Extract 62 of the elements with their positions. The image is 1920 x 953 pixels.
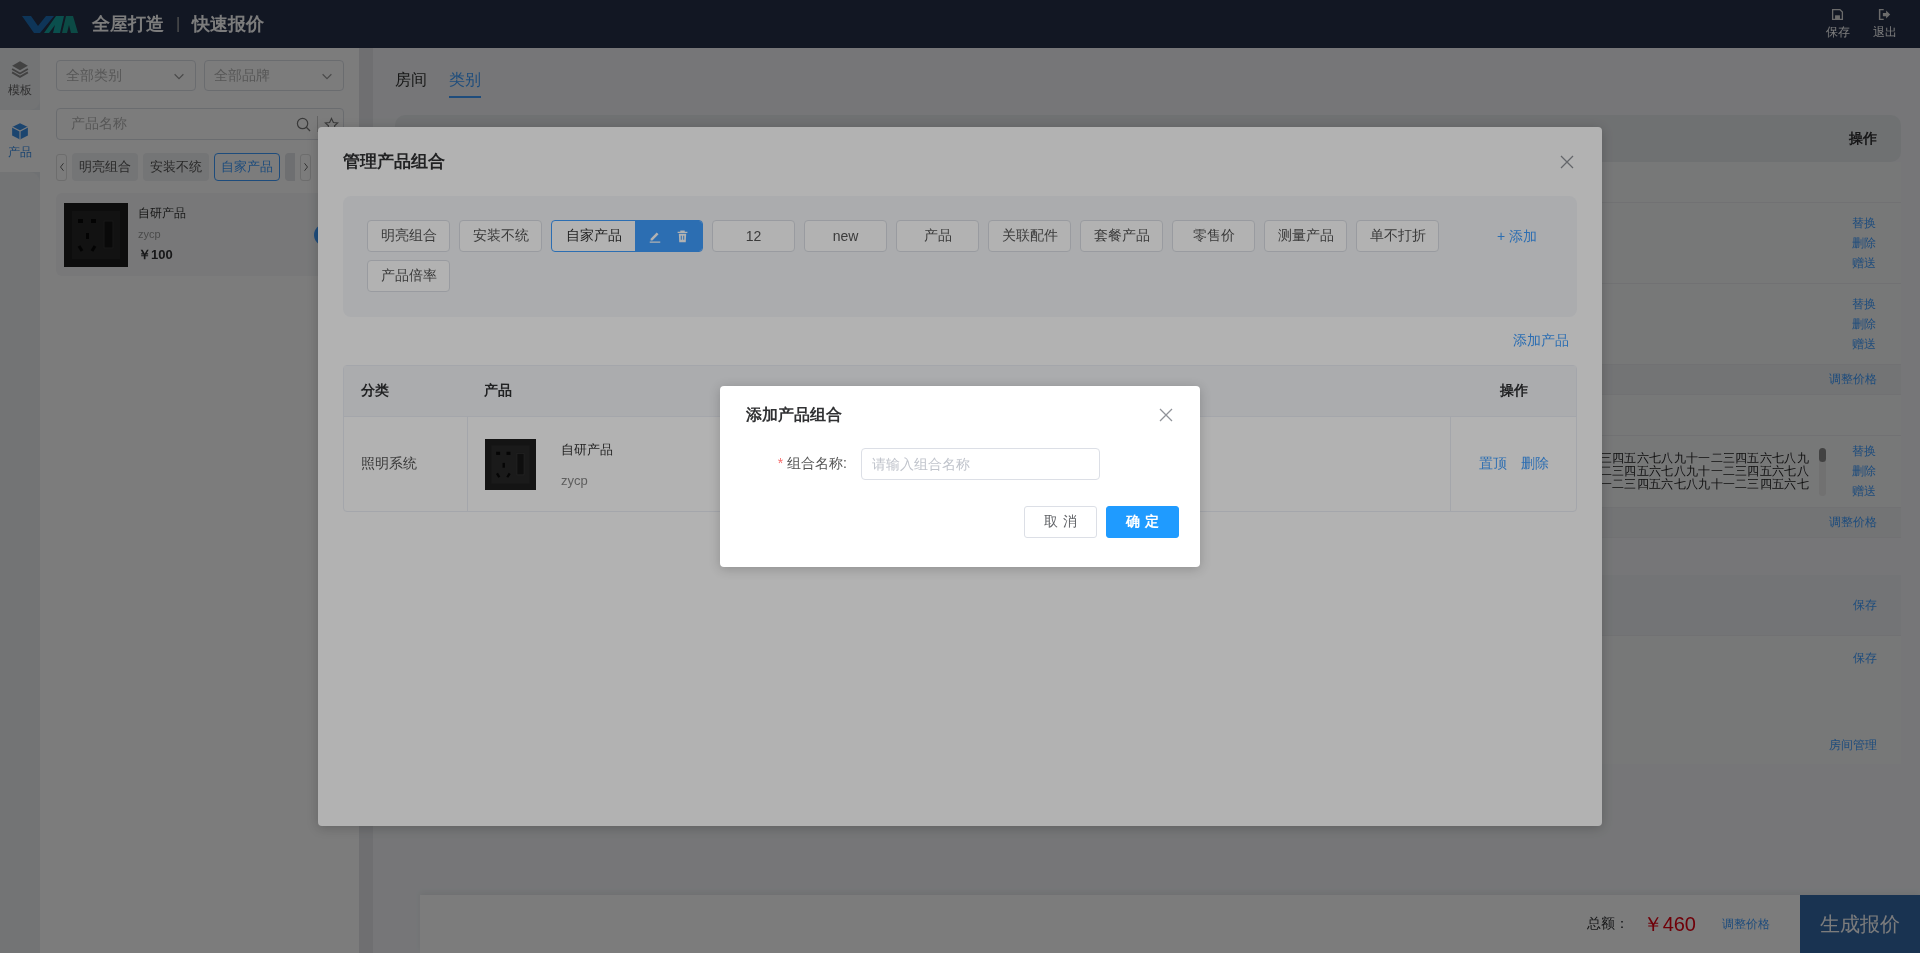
action-link[interactable]: 删除 <box>1851 463 1876 480</box>
tab[interactable]: 类别 <box>449 65 481 98</box>
action-link[interactable]: 删除 <box>1851 315 1876 333</box>
group-tag[interactable]: 套餐产品 <box>1080 220 1163 252</box>
product-code: zycp <box>561 472 589 488</box>
action-link[interactable]: 赠送 <box>1851 335 1876 353</box>
group-tag[interactable]: 产品倍率 <box>367 260 450 292</box>
title-separator: | <box>176 15 181 33</box>
action-link[interactable]: 删除 <box>1520 455 1549 473</box>
group-tag[interactable]: 关联配件 <box>988 220 1071 252</box>
group-tag[interactable]: 安装不统 <box>459 220 542 252</box>
dialog-title: 添加产品组合 <box>746 404 842 425</box>
group-tag[interactable]: new <box>804 220 887 252</box>
header-button[interactable]: 保存 <box>1814 7 1861 41</box>
generate-quote-button[interactable]: 生成报价 <box>1800 895 1920 953</box>
header-button[interactable]: 退出 <box>1861 7 1908 41</box>
nav-item[interactable]: 模板 <box>0 48 40 110</box>
total-label: 总额： <box>1586 915 1629 933</box>
input-field[interactable]: 请输入组合名称 <box>861 448 1100 480</box>
action-link[interactable]: 置顶 <box>1478 455 1507 473</box>
action-link[interactable]: 替换 <box>1851 214 1876 232</box>
page-title: 快速报价 <box>192 13 265 36</box>
cancel-button[interactable]: 取消 <box>1024 506 1097 538</box>
column-header: 分类 <box>360 382 390 400</box>
action-link[interactable]: 调整价格 <box>1829 371 1877 388</box>
group-tag[interactable]: 单不打折 <box>1356 220 1439 252</box>
group-tag[interactable]: 测量产品 <box>1264 220 1347 252</box>
app-title: 全屋打造 <box>92 13 164 36</box>
product-price: ￥100 <box>138 246 174 264</box>
action-link[interactable]: 赠送 <box>1851 254 1876 272</box>
action-link[interactable]: 保存 <box>1853 650 1877 667</box>
action-link[interactable]: 替换 <box>1851 443 1876 460</box>
group-tag[interactable]: 安装不统 <box>143 153 209 181</box>
add-group-link[interactable]: + 添加 <box>1497 228 1538 246</box>
action-link[interactable]: 替换 <box>1851 295 1876 313</box>
group-tag[interactable]: 自家产品 <box>551 220 703 252</box>
add-product-link[interactable]: 添加产品 <box>1513 332 1569 350</box>
modal-title: 管理产品组合 <box>343 151 445 173</box>
table-cell-text: 照明系统 <box>360 454 418 473</box>
field-label: 组合名称: <box>787 455 847 473</box>
column-header: 产品 <box>483 382 513 400</box>
product-name: 自研产品 <box>561 440 613 459</box>
group-tag[interactable]: 明亮组合 <box>367 220 450 252</box>
product-name: 自研产品 <box>138 205 187 222</box>
action-link[interactable]: 赠送 <box>1851 483 1876 500</box>
group-tag[interactable]: 12 <box>712 220 795 252</box>
group-tag[interactable]: 明亮组合 <box>72 153 138 181</box>
action-link[interactable]: 保存 <box>1853 596 1877 614</box>
tab[interactable]: 房间 <box>395 65 427 98</box>
group-tag[interactable]: 自家产品 <box>214 153 280 181</box>
column-header: 操作 <box>1849 129 1877 148</box>
total-amount: ￥460 <box>1642 911 1696 937</box>
nav-item[interactable]: 产品 <box>0 110 40 172</box>
adjust-price-link[interactable]: 调整价格 <box>1722 915 1770 933</box>
action-link[interactable]: 调整价格 <box>1829 514 1877 531</box>
action-link[interactable]: 房间管理 <box>1829 737 1877 754</box>
column-header: 操作 <box>1498 382 1529 400</box>
action-link[interactable]: 删除 <box>1851 234 1876 252</box>
group-tag[interactable]: 产品 <box>896 220 979 252</box>
required-mark: * <box>777 455 784 473</box>
confirm-button[interactable]: 确定 <box>1106 506 1179 538</box>
group-tag[interactable]: 零售价 <box>1172 220 1255 252</box>
